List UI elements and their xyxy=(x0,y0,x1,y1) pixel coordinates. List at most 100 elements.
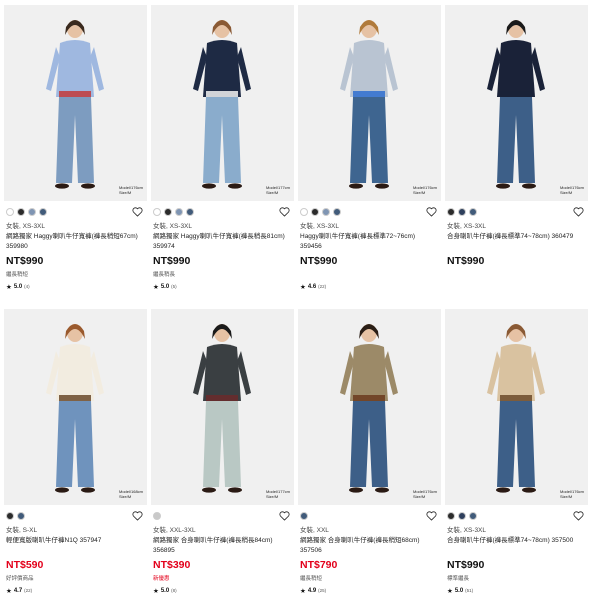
color-swatch[interactable] xyxy=(469,208,477,216)
product-photo[interactable]: Model/177cm Size/M xyxy=(151,5,294,201)
heart-icon[interactable] xyxy=(279,207,290,217)
heart-icon[interactable] xyxy=(132,207,143,217)
color-swatch[interactable] xyxy=(164,208,172,216)
product-photo[interactable]: Model/176cm Size/M xyxy=(445,5,588,201)
model-figure xyxy=(46,324,104,493)
product-card[interactable]: Model/176cm Size/M 女裝, XXL 網路獨家 合身喇叭牛仔褲(褲長… xyxy=(298,309,441,606)
color-swatch[interactable] xyxy=(447,512,455,520)
product-name[interactable]: Haggy喇叭牛仔寬褲(褲長標準72~76cm) 359456 xyxy=(298,232,441,253)
color-swatches xyxy=(151,205,294,219)
review-count: (22) xyxy=(318,284,327,289)
product-name[interactable]: 合身喇叭牛仔褲(褲長標準74~78cm) 360479 xyxy=(445,232,588,253)
product-photo[interactable]: Model/177cm Size/M xyxy=(151,309,294,505)
color-swatch[interactable] xyxy=(469,512,477,520)
model-figure xyxy=(193,20,251,189)
model-size-note: Model/177cm Size/M xyxy=(265,185,290,195)
color-swatch[interactable] xyxy=(28,208,36,216)
rating-score: 5.0 xyxy=(454,587,464,594)
product-card[interactable]: Model/177cm Size/M 女裝, XS-3XL 網路獨家 Haggy喇叭… xyxy=(151,5,294,302)
heart-icon[interactable] xyxy=(426,511,437,521)
product-photo[interactable]: Model/176cm Size/M xyxy=(298,309,441,505)
heart-icon[interactable] xyxy=(573,207,584,217)
color-swatch[interactable] xyxy=(311,208,319,216)
size-range: 女裝, XXL-3XL xyxy=(153,527,196,534)
product-tag: 標準繼長 xyxy=(447,576,470,582)
model-figure xyxy=(340,20,398,189)
rating-score: 4.7 xyxy=(13,587,23,594)
product-card[interactable]: Model/168cm Size/M 女裝, S-XL 輕便寬版喇叭牛仔褲N1Q 3… xyxy=(4,309,147,606)
product-price: NT$990 xyxy=(447,255,485,267)
color-swatch[interactable] xyxy=(300,208,308,216)
review-count: (25) xyxy=(318,588,327,593)
rating: ★ 5.0 (5) xyxy=(151,282,294,291)
product-grid: Model/176cm Size/M 女裝, XS-3XL 網路獨家 Haggy喇叭… xyxy=(4,5,596,606)
product-tag: 繼長稍短 xyxy=(6,272,29,278)
product-card[interactable]: Model/176cm Size/M 女裝, XS-3XL Haggy喇叭牛仔寬褲(… xyxy=(298,5,441,302)
product-tag: 新優惠 xyxy=(153,576,170,582)
review-count: (5) xyxy=(171,284,177,289)
color-swatch[interactable] xyxy=(6,512,14,520)
product-card[interactable]: Model/176cm Size/M 女裝, XS-3XL 合身喇叭牛仔褲(褲長標準… xyxy=(445,309,588,606)
model-size-note: Model/176cm Size/M xyxy=(118,185,143,195)
product-name[interactable]: 網路獨家 合身喇叭牛仔褲(褲長稍長84cm) 356895 xyxy=(151,536,294,557)
size-range: 女裝, XS-3XL xyxy=(447,527,487,534)
model-figure xyxy=(193,324,251,493)
star-icon: ★ xyxy=(6,283,12,291)
model-figure xyxy=(487,324,545,493)
rating-score: 5.0 xyxy=(13,283,23,290)
product-tag: 繼長稍短 xyxy=(300,576,323,582)
product-tag xyxy=(445,271,588,279)
product-photo[interactable]: Model/176cm Size/M xyxy=(4,5,147,201)
product-photo[interactable]: Model/176cm Size/M xyxy=(445,309,588,505)
product-card[interactable]: Model/176cm Size/M 女裝, XS-3XL 合身喇叭牛仔褲(褲長標準… xyxy=(445,5,588,302)
model-size-note: Model/176cm Size/M xyxy=(412,489,437,499)
color-swatch[interactable] xyxy=(447,208,455,216)
color-swatch[interactable] xyxy=(153,512,161,520)
color-swatch[interactable] xyxy=(458,512,466,520)
product-name[interactable]: 網路獨家 Haggy喇叭牛仔寬褲(褲長稍長81cm) 359974 xyxy=(151,232,294,253)
star-icon: ★ xyxy=(153,587,159,595)
model-size-note: Model/176cm Size/M xyxy=(559,489,584,499)
rating: ★ 5.0 (51) xyxy=(445,586,588,595)
heart-icon[interactable] xyxy=(573,511,584,521)
product-price: NT$990 xyxy=(6,255,44,267)
product-price: NT$990 xyxy=(153,255,191,267)
color-swatch[interactable] xyxy=(17,512,25,520)
product-tag: 繼長稍長 xyxy=(153,272,176,278)
product-photo[interactable]: Model/176cm Size/M xyxy=(298,5,441,201)
product-name[interactable]: 輕便寬版喇叭牛仔褲N1Q 357947 xyxy=(4,536,147,557)
color-swatch[interactable] xyxy=(300,512,308,520)
review-count: (22) xyxy=(24,588,33,593)
color-swatch[interactable] xyxy=(186,208,194,216)
heart-icon[interactable] xyxy=(426,207,437,217)
color-swatch[interactable] xyxy=(333,208,341,216)
color-swatch[interactable] xyxy=(458,208,466,216)
product-card[interactable]: Model/176cm Size/M 女裝, XS-3XL 網路獨家 Haggy喇叭… xyxy=(4,5,147,302)
size-range: 女裝, S-XL xyxy=(6,527,38,534)
model-size-note: Model/168cm Size/M xyxy=(118,489,143,499)
color-swatch[interactable] xyxy=(17,208,25,216)
product-name[interactable]: 網路獨家 合身喇叭牛仔褲(褲長稍短68cm) 357506 xyxy=(298,536,441,557)
color-swatch[interactable] xyxy=(6,208,14,216)
rating-score: 5.0 xyxy=(160,587,170,594)
product-tag xyxy=(298,271,441,279)
color-swatches xyxy=(151,509,294,523)
color-swatch[interactable] xyxy=(175,208,183,216)
review-count: (51) xyxy=(465,588,474,593)
size-range: 女裝, XS-3XL xyxy=(6,223,46,230)
color-swatch[interactable] xyxy=(153,208,161,216)
product-name[interactable]: 網路獨家 Haggy喇叭牛仔寬褲(褲長稍短67cm) 359980 xyxy=(4,232,147,253)
product-price: NT$990 xyxy=(447,559,485,571)
review-count: (8) xyxy=(171,588,177,593)
product-name[interactable]: 合身喇叭牛仔褲(褲長標準74~78cm) 357500 xyxy=(445,536,588,557)
rating: ★ 4.6 (22) xyxy=(298,282,441,291)
product-price: NT$390 xyxy=(153,559,191,571)
heart-icon[interactable] xyxy=(132,511,143,521)
color-swatch[interactable] xyxy=(322,208,330,216)
color-swatch[interactable] xyxy=(39,208,47,216)
heart-icon[interactable] xyxy=(279,511,290,521)
rating-score: 4.9 xyxy=(307,587,317,594)
product-photo[interactable]: Model/168cm Size/M xyxy=(4,309,147,505)
star-icon: ★ xyxy=(6,587,12,595)
product-card[interactable]: Model/177cm Size/M 女裝, XXL-3XL 網路獨家 合身喇叭牛仔… xyxy=(151,309,294,606)
